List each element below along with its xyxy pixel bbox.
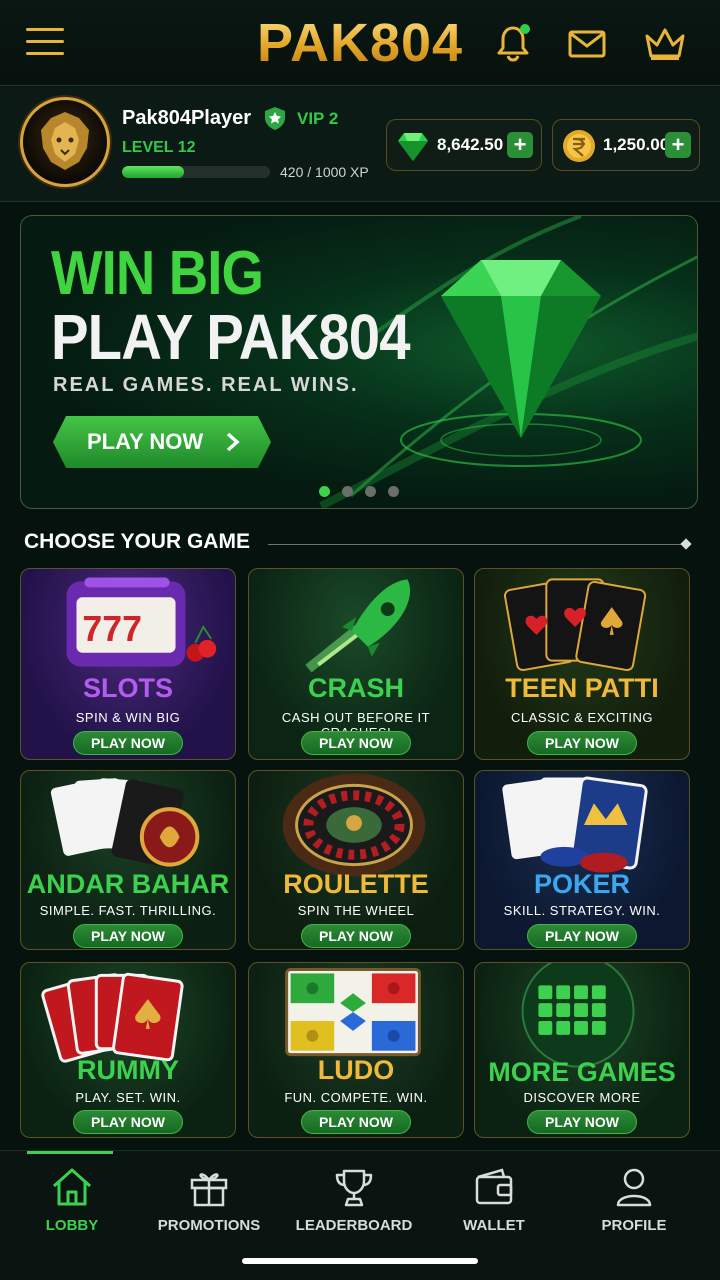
promo-banner[interactable]: WIN BIG PLAY PAK804 REAL GAMES. REAL WIN…: [20, 215, 698, 509]
vip-level: VIP 2: [297, 109, 339, 128]
game-card-rummy[interactable]: RUMMY PLAY. SET. WIN. PLAY NOW: [20, 962, 236, 1138]
xp-progress-bar: [122, 166, 270, 178]
cards-icon: [504, 578, 647, 672]
carousel-dot-4[interactable]: [388, 486, 399, 497]
xp-progress-fill: [122, 166, 185, 178]
game-subtitle-roulette: SPIN THE WHEEL: [297, 903, 415, 918]
game-card-ludo[interactable]: LUDO FUN. COMPETE. WIN. PLAY NOW: [248, 962, 464, 1138]
add-coins-button[interactable]: +: [665, 132, 691, 158]
nav-wallet-label: WALLET: [463, 1217, 525, 1234]
roulette-wheel-icon: [282, 773, 426, 877]
nav-leaderboard[interactable]: LEADERBOARD: [282, 1151, 426, 1251]
nav-profile-label: PROFILE: [601, 1217, 667, 1234]
game-title-slots: SLOTS: [82, 673, 173, 703]
game-card-roulette[interactable]: ROULETTE SPIN THE WHEEL PLAY NOW: [248, 770, 464, 950]
nav-promotions-label: PROMOTIONS: [157, 1217, 261, 1234]
nav-profile[interactable]: PROFILE: [562, 1151, 706, 1251]
play-now-button-teen-patti[interactable]: PLAY NOW: [527, 731, 637, 755]
carousel-dot-3[interactable]: [365, 486, 376, 497]
game-title-crash: CRASH: [307, 673, 404, 703]
section-divider-diamond: [680, 538, 692, 550]
game-card-poker[interactable]: POKER SKILL. STRATEGY. WIN. PLAY NOW: [474, 770, 690, 950]
gem-amount: 8,642.50: [437, 135, 504, 154]
banner-play-now-button[interactable]: PLAY NOW: [53, 416, 271, 468]
game-title-andar-bahar: ANDAR BAHAR: [26, 869, 230, 899]
poker-cards-icon: [502, 776, 648, 873]
mail-icon[interactable]: [566, 22, 608, 64]
game-title-roulette: ROULETTE: [283, 869, 429, 899]
coin-amount: 1,250.00: [603, 135, 670, 154]
player-level: LEVEL 12: [122, 139, 196, 156]
banner-subheadline: PLAY PAK804: [51, 301, 411, 373]
carousel-dot-2[interactable]: [342, 486, 353, 497]
play-now-button-rummy[interactable]: PLAY NOW: [73, 1110, 183, 1134]
crown-icon[interactable]: [642, 22, 685, 64]
play-now-button-more-games[interactable]: PLAY NOW: [527, 1110, 637, 1134]
banner-play-now-label: PLAY NOW: [87, 429, 204, 454]
home-icon: [53, 1168, 91, 1206]
user-icon: [616, 1168, 652, 1207]
game-subtitle-more-games: DISCOVER MORE: [523, 1090, 641, 1105]
emerald-icon: [441, 260, 601, 438]
game-card-slots[interactable]: 777 SLOTS SPIN & WIN BIG PLAY NOW: [20, 568, 236, 760]
app-header: PAK804: [0, 0, 720, 86]
svg-text:777: 777: [82, 609, 142, 649]
nav-promotions[interactable]: PROMOTIONS: [137, 1151, 281, 1251]
rocket-icon: [305, 579, 411, 673]
game-card-more-games[interactable]: MORE GAMES DISCOVER MORE PLAY NOW: [474, 962, 690, 1138]
home-indicator: [242, 1258, 478, 1264]
slot-machine-icon: 777: [66, 577, 217, 667]
game-subtitle-teen-patti: CLASSIC & EXCITING: [511, 710, 653, 725]
gift-icon: [190, 1173, 228, 1207]
chevron-right-icon: [226, 432, 240, 452]
carousel-dot-1[interactable]: [319, 486, 330, 497]
coin-balance: 1,250.00 +: [552, 119, 700, 171]
game-card-teen-patti[interactable]: TEEN PATTI CLASSIC & EXCITING PLAY NOW: [474, 568, 690, 760]
play-now-button-poker[interactable]: PLAY NOW: [527, 924, 637, 948]
game-card-crash[interactable]: CRASH CASH OUT BEFORE IT CRASHES! PLAY N…: [248, 568, 464, 760]
gem-balance: 8,642.50 +: [386, 119, 542, 171]
carousel-dots: [319, 484, 411, 502]
play-now-button-andar-bahar[interactable]: PLAY NOW: [73, 924, 183, 948]
game-title-teen-patti: TEEN PATTI: [505, 673, 659, 703]
play-now-button-slots[interactable]: PLAY NOW: [73, 731, 183, 755]
banner-tagline: REAL GAMES. REAL WINS.: [53, 374, 359, 396]
game-subtitle-poker: SKILL. STRATEGY. WIN.: [503, 903, 661, 918]
username: Pak804Player: [122, 107, 252, 129]
nav-lobby[interactable]: LOBBY: [0, 1151, 144, 1251]
game-subtitle-rummy: PLAY. SET. WIN.: [75, 1090, 181, 1105]
banner-headline: WIN BIG: [51, 239, 264, 308]
avatar[interactable]: [20, 97, 110, 187]
profile-bar: Pak804Player VIP 2 LEVEL 12 420 / 1000 X…: [0, 87, 720, 202]
rupee-coin-icon: [563, 130, 595, 162]
andar-bahar-cards-icon: [50, 778, 200, 867]
xp-text: 420 / 1000 XP: [280, 164, 369, 180]
section-title: CHOOSE YOUR GAME: [24, 530, 250, 553]
wallet-icon: [475, 1168, 513, 1205]
trophy-icon: [335, 1169, 373, 1207]
game-title-rummy: RUMMY: [77, 1055, 179, 1085]
game-subtitle-slots: SPIN & WIN BIG: [75, 710, 181, 725]
play-now-button-ludo[interactable]: PLAY NOW: [301, 1110, 411, 1134]
bell-icon[interactable]: [492, 22, 534, 64]
game-subtitle-andar-bahar: SIMPLE. FAST. THRILLING.: [39, 903, 217, 918]
game-card-andar-bahar[interactable]: ANDAR BAHAR SIMPLE. FAST. THRILLING. PLA…: [20, 770, 236, 950]
notification-dot: [520, 24, 530, 34]
nav-wallet[interactable]: WALLET: [422, 1151, 566, 1251]
lion-icon: [41, 112, 89, 170]
game-subtitle-ludo: FUN. COMPETE. WIN.: [284, 1090, 428, 1105]
game-title-poker: POKER: [533, 869, 631, 899]
play-now-button-crash[interactable]: PLAY NOW: [301, 731, 411, 755]
nav-leaderboard-label: LEADERBOARD: [295, 1217, 413, 1234]
gem-icon: [398, 133, 428, 161]
game-title-ludo: LUDO: [317, 1055, 395, 1085]
game-title-more-games: MORE GAMES: [488, 1057, 676, 1087]
play-now-button-roulette[interactable]: PLAY NOW: [301, 924, 411, 948]
app-logo: PAK804: [0, 12, 720, 74]
add-gems-button[interactable]: +: [507, 132, 533, 158]
section-divider: [268, 544, 682, 545]
vip-shield-icon: [265, 107, 285, 130]
nav-lobby-label: LOBBY: [45, 1217, 99, 1234]
